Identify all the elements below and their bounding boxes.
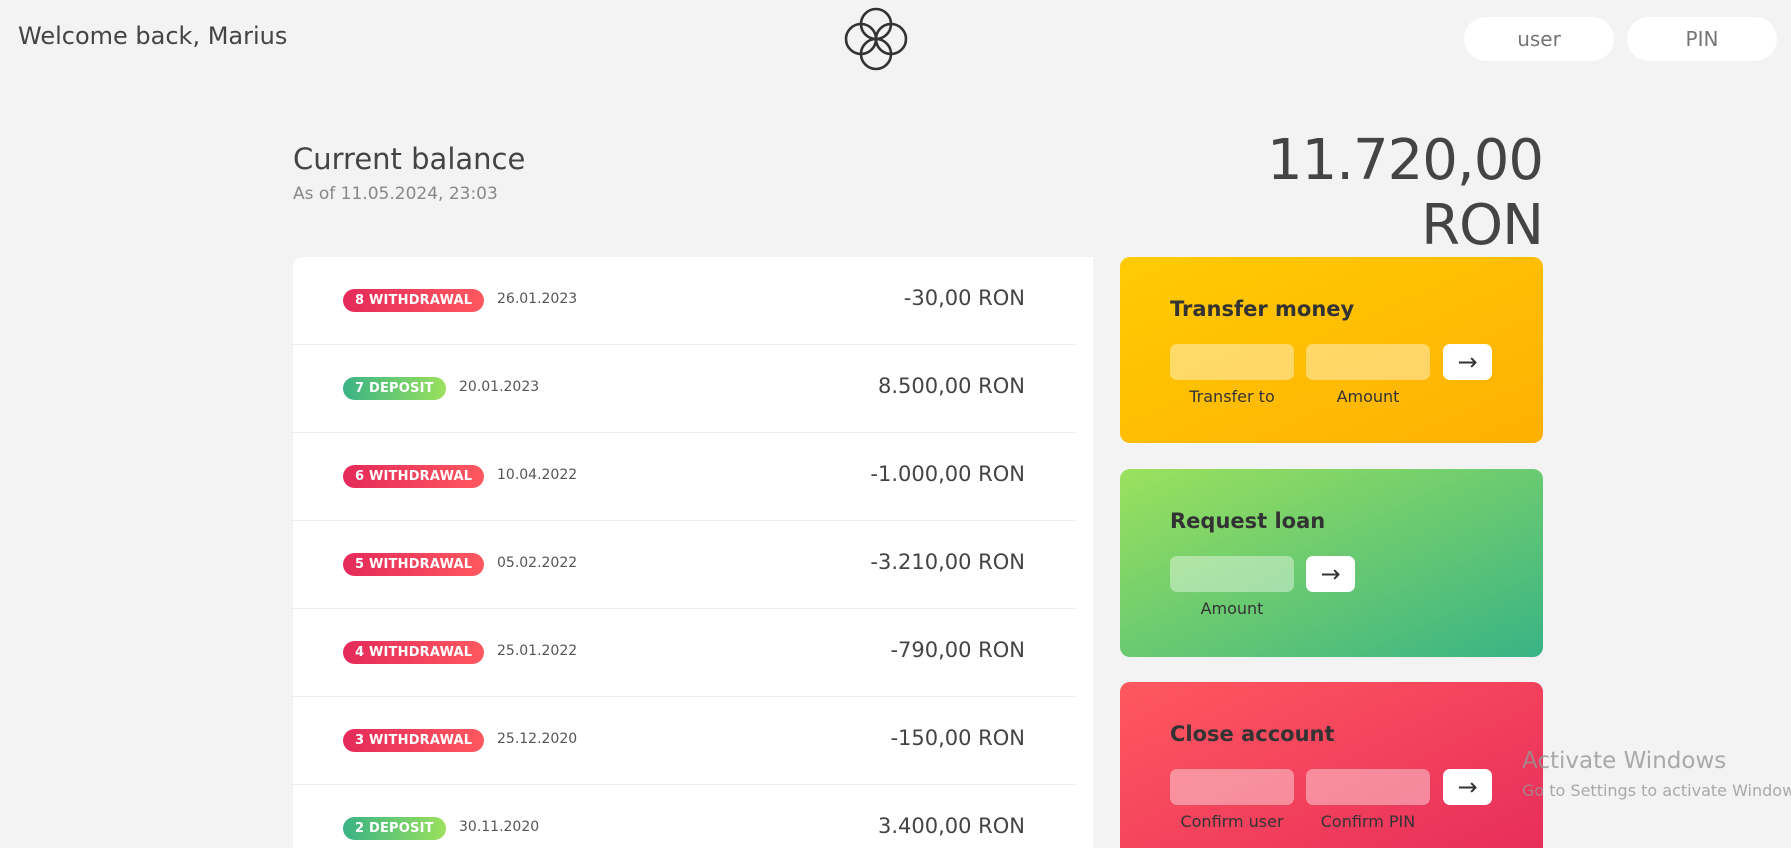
right-arrow-icon: → — [1457, 348, 1478, 376]
movement-date: 20.01.2023 — [459, 379, 540, 395]
login-pin-input[interactable] — [1627, 17, 1777, 61]
movement-type-badge: 3 WITHDRAWAL — [343, 729, 485, 752]
loan-title: Request loan — [1170, 509, 1326, 533]
transfer-amount-label: Amount — [1336, 387, 1400, 406]
movement-date: 30.11.2020 — [459, 819, 540, 835]
movement-type-badge: 8 WITHDRAWAL — [343, 289, 485, 312]
close-pin-input[interactable] — [1306, 769, 1430, 805]
movement-row: 3 WITHDRAWAL 25.12.2020 -150,00 RON — [293, 697, 1075, 785]
close-account-panel: Close account → Confirm user Confirm PIN — [1120, 682, 1543, 848]
transfer-submit-button[interactable]: → — [1443, 344, 1492, 380]
transfer-amount-input[interactable] — [1306, 344, 1430, 380]
movements-list[interactable]: 8 WITHDRAWAL 26.01.2023 -30,00 RON 7 DEP… — [293, 257, 1093, 848]
movement-date: 25.12.2020 — [497, 731, 578, 747]
movement-date: 25.01.2022 — [497, 643, 578, 659]
activate-windows-title: Activate Windows — [1522, 748, 1727, 774]
transfer-to-label: Transfer to — [1189, 387, 1275, 406]
movement-amount: -150,00 RON — [890, 726, 1025, 750]
activate-windows-subtitle: Go to Settings to activate Windows. — [1522, 781, 1791, 800]
movement-amount: -30,00 RON — [903, 286, 1025, 310]
transfer-money-panel: Transfer money → Transfer to Amount — [1120, 257, 1543, 443]
balance-date: As of 11.05.2024, 23:03 — [293, 184, 498, 204]
right-arrow-icon: → — [1320, 560, 1341, 588]
close-submit-button[interactable]: → — [1443, 769, 1492, 805]
login-user-input[interactable] — [1464, 17, 1614, 61]
movement-row: 2 DEPOSIT 30.11.2020 3.400,00 RON — [293, 785, 1075, 848]
movement-row: 4 WITHDRAWAL 25.01.2022 -790,00 RON — [293, 609, 1075, 697]
movement-date: 10.04.2022 — [497, 467, 578, 483]
welcome-message: Welcome back, Marius — [18, 22, 288, 50]
close-user-input[interactable] — [1170, 769, 1294, 805]
movement-type-badge: 4 WITHDRAWAL — [343, 641, 485, 664]
transfer-to-input[interactable] — [1170, 344, 1294, 380]
loan-amount-input[interactable] — [1170, 556, 1294, 592]
loan-amount-label: Amount — [1200, 599, 1264, 618]
movement-row: 5 WITHDRAWAL 05.02.2022 -3.210,00 RON — [293, 521, 1075, 609]
balance-title: Current balance — [293, 142, 526, 176]
movement-amount: 3.400,00 RON — [877, 814, 1025, 838]
movement-type-badge: 2 DEPOSIT — [343, 817, 446, 840]
close-title: Close account — [1170, 722, 1335, 746]
movement-amount: 8.500,00 RON — [877, 374, 1025, 398]
movement-row: 8 WITHDRAWAL 26.01.2023 -30,00 RON — [293, 257, 1075, 345]
movement-type-badge: 6 WITHDRAWAL — [343, 465, 485, 488]
movement-amount: -3.210,00 RON — [870, 550, 1025, 574]
movement-type-badge: 5 WITHDRAWAL — [343, 553, 485, 576]
close-pin-label: Confirm PIN — [1320, 812, 1416, 831]
movement-type-badge: 7 DEPOSIT — [343, 377, 446, 400]
movement-amount: -1.000,00 RON — [870, 462, 1025, 486]
bank-logo-icon — [844, 7, 908, 71]
request-loan-panel: Request loan → Amount — [1120, 469, 1543, 657]
movement-date: 05.02.2022 — [497, 555, 578, 571]
movement-row: 6 WITHDRAWAL 10.04.2022 -1.000,00 RON — [293, 433, 1075, 521]
movement-amount: -790,00 RON — [890, 638, 1025, 662]
movement-date: 26.01.2023 — [497, 291, 578, 307]
loan-submit-button[interactable]: → — [1306, 556, 1355, 592]
movement-row: 7 DEPOSIT 20.01.2023 8.500,00 RON — [293, 345, 1075, 433]
balance-value: 11.720,00 RON — [1266, 128, 1544, 258]
right-arrow-icon: → — [1457, 773, 1478, 801]
transfer-title: Transfer money — [1170, 297, 1355, 321]
close-user-label: Confirm user — [1180, 812, 1284, 831]
